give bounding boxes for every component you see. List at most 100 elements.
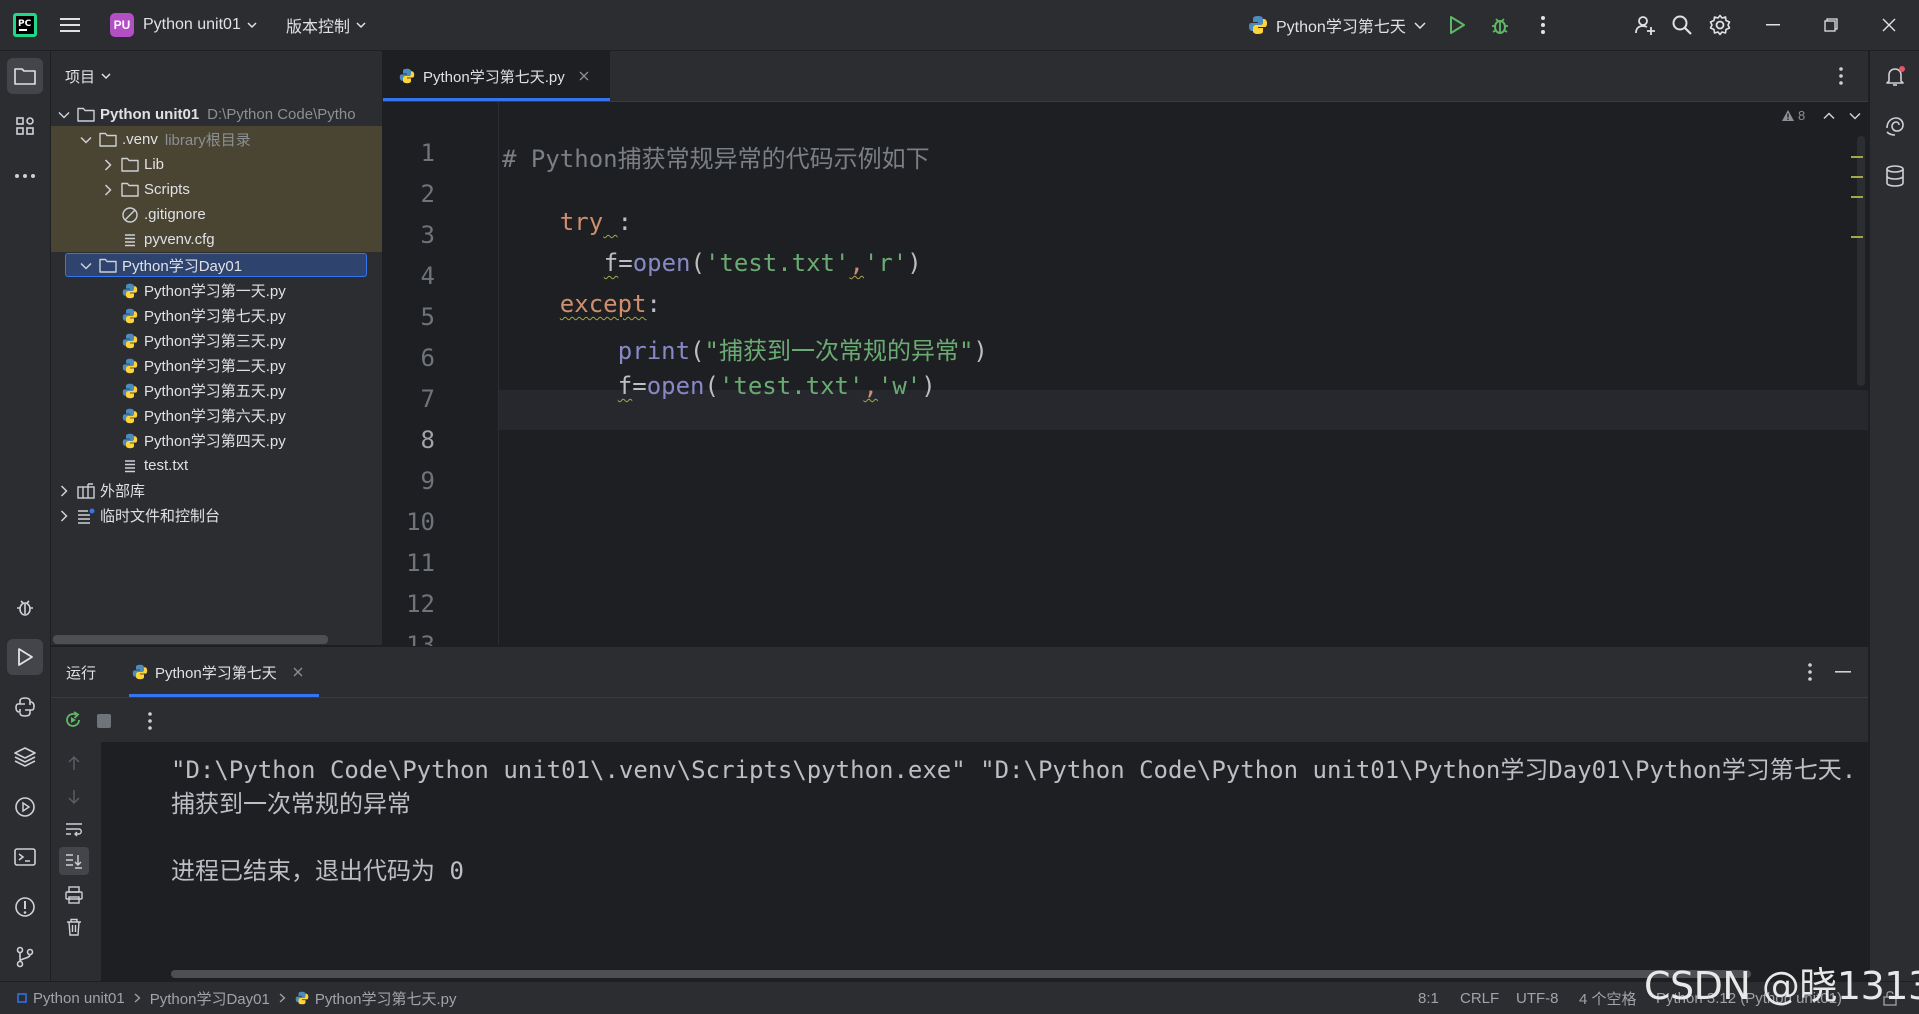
scroll-to-end-icon[interactable] — [59, 847, 89, 875]
tree-item-py-file[interactable]: Python学习第六天.py — [51, 403, 382, 428]
problems-icon[interactable] — [7, 889, 43, 925]
error-stripe-marker[interactable] — [1851, 236, 1863, 238]
minimize-window-icon[interactable] — [1758, 10, 1788, 40]
tree-item-label: pyvenv.cfg — [144, 231, 215, 248]
editor-tab-active[interactable]: Python学习第七天.py — [383, 51, 610, 101]
tree-item-py-file[interactable]: Python学习第七天.py — [51, 303, 382, 328]
console-line: 捕获到一次常规的异常 — [171, 790, 411, 818]
tree-item-scratches[interactable]: 临时文件和控制台 — [51, 503, 382, 528]
tree-item-py-file[interactable]: Python学习第一天.py — [51, 278, 382, 303]
error-stripe-marker[interactable] — [1851, 196, 1863, 198]
console-horizontal-scrollbar[interactable] — [171, 970, 1751, 978]
ai-assistant-icon[interactable] — [1877, 108, 1913, 144]
tree-item-scripts[interactable]: Scripts — [51, 177, 382, 202]
tree-item-test-txt[interactable]: test.txt — [51, 453, 382, 478]
chevron-right-icon[interactable] — [57, 509, 71, 523]
line-number: 1 — [420, 139, 435, 167]
debug-icon[interactable] — [1485, 10, 1515, 40]
database-icon[interactable] — [1877, 158, 1913, 194]
more-actions-icon[interactable] — [148, 712, 152, 730]
chevron-down-icon[interactable] — [1849, 112, 1861, 120]
chevron-down-icon[interactable] — [57, 108, 71, 122]
tree-item-project-root[interactable]: Python unit01 D:\Python Code\Pytho — [51, 102, 382, 127]
indent-setting[interactable]: 4 个空格 — [1579, 982, 1637, 1014]
hide-panel-icon[interactable] — [1835, 671, 1851, 673]
settings-gear-icon[interactable] — [1705, 10, 1735, 40]
rerun-icon[interactable] — [63, 710, 83, 730]
editor-scrollbar[interactable] — [1857, 136, 1865, 386]
tab-options-icon[interactable] — [1839, 67, 1843, 85]
project-badge: PU — [110, 13, 134, 37]
tree-item-py-file[interactable]: Python学习第五天.py — [51, 378, 382, 403]
project-view-selector[interactable]: 项目 — [65, 51, 111, 101]
code-token: f — [617, 372, 633, 400]
close-tab-icon[interactable] — [579, 71, 589, 81]
python-packages-icon[interactable] — [7, 739, 43, 775]
clear-all-trash-icon[interactable] — [59, 913, 89, 941]
debug-tool-icon[interactable] — [7, 589, 43, 625]
caret-position[interactable]: 8:1 — [1418, 982, 1439, 1014]
terminal-icon[interactable] — [7, 839, 43, 875]
restore-window-icon[interactable] — [1816, 10, 1846, 40]
services-icon[interactable] — [7, 789, 43, 825]
console-output[interactable]: "D:\Python Code\Python unit01\.venv\Scri… — [101, 742, 1868, 982]
print-icon[interactable] — [59, 881, 89, 909]
file-encoding[interactable]: UTF-8 — [1516, 982, 1559, 1014]
run-tool-icon[interactable] — [7, 639, 43, 675]
tree-item-py-file[interactable]: Python学习第四天.py — [51, 428, 382, 453]
scroll-down-icon[interactable] — [59, 783, 89, 811]
line-number: 4 — [420, 262, 435, 290]
error-stripe-marker[interactable] — [1851, 156, 1863, 158]
scratches-icon — [77, 507, 95, 525]
tree-item-venv[interactable]: .venv library根目录 — [51, 127, 382, 152]
vcs-menu[interactable]: 版本控制 — [286, 0, 366, 50]
notifications-bell-icon[interactable] — [1877, 58, 1913, 94]
project-switcher[interactable]: PU Python unit01 — [110, 0, 257, 50]
chevron-down-icon[interactable] — [79, 259, 93, 273]
inspection-widget[interactable]: 8 — [1781, 108, 1861, 123]
structure-tool-icon[interactable] — [7, 108, 43, 144]
tree-item-py-file[interactable]: Python学习第二天.py — [51, 353, 382, 378]
python-console-icon[interactable] — [7, 689, 43, 725]
tree-item-gitignore[interactable]: .gitignore — [51, 202, 382, 227]
vcs-label: 版本控制 — [286, 19, 351, 36]
chevron-down-icon[interactable] — [79, 133, 93, 147]
tree-item-label: .venv — [122, 131, 158, 148]
run-options-icon[interactable] — [1808, 663, 1812, 681]
scroll-up-icon[interactable] — [59, 749, 89, 777]
more-actions-icon[interactable] — [1528, 10, 1558, 40]
main-menu-icon[interactable] — [60, 0, 80, 50]
code-line-6[interactable]: f=open('test.txt','w') — [560, 344, 936, 428]
run-config-selector[interactable]: Python学习第七天 — [1248, 0, 1426, 50]
breadcrumb-item[interactable]: Python unit01 — [33, 990, 125, 1007]
project-tool-icon[interactable] — [7, 58, 43, 94]
stop-icon[interactable] — [97, 714, 111, 728]
app-logo-icon[interactable]: PC — [12, 0, 38, 50]
python-file-icon — [121, 432, 139, 450]
close-tab-icon[interactable] — [293, 667, 303, 677]
chevron-up-icon[interactable] — [1823, 111, 1835, 120]
more-tools-icon[interactable] — [7, 158, 43, 194]
close-window-icon[interactable] — [1874, 10, 1904, 40]
tree-item-pyvenv-cfg[interactable]: pyvenv.cfg — [51, 227, 382, 252]
tree-item-external-libs[interactable]: 外部库 — [51, 478, 382, 503]
horizontal-scrollbar[interactable] — [53, 635, 328, 644]
run-icon[interactable] — [1442, 10, 1472, 40]
soft-wrap-icon[interactable] — [59, 815, 89, 843]
breadcrumb-item[interactable]: Python学习Day01 — [150, 988, 270, 1009]
chevron-right-icon[interactable] — [57, 484, 71, 498]
tree-item-day01-folder[interactable]: Python学习Day01 — [51, 253, 382, 278]
git-icon[interactable] — [7, 939, 43, 975]
chevron-right-icon[interactable] — [101, 183, 115, 197]
search-icon[interactable] — [1667, 10, 1697, 40]
breadcrumb-item[interactable]: Python学习第七天.py — [315, 988, 457, 1009]
tree-item-py-file[interactable]: Python学习第三天.py — [51, 328, 382, 353]
add-user-icon[interactable] — [1630, 10, 1660, 40]
tree-item-lib[interactable]: Lib — [51, 152, 382, 177]
error-stripe-marker[interactable] — [1851, 176, 1863, 178]
code-line-1[interactable]: # Python捕获常规异常的代码示例如下 — [502, 139, 930, 174]
title-bar: PC PU Python unit01 版本控制 Python学习第七天 — [0, 0, 1919, 51]
line-separator[interactable]: CRLF — [1460, 982, 1499, 1014]
chevron-right-icon[interactable] — [101, 158, 115, 172]
run-tab[interactable]: Python学习第七天 — [129, 647, 319, 697]
